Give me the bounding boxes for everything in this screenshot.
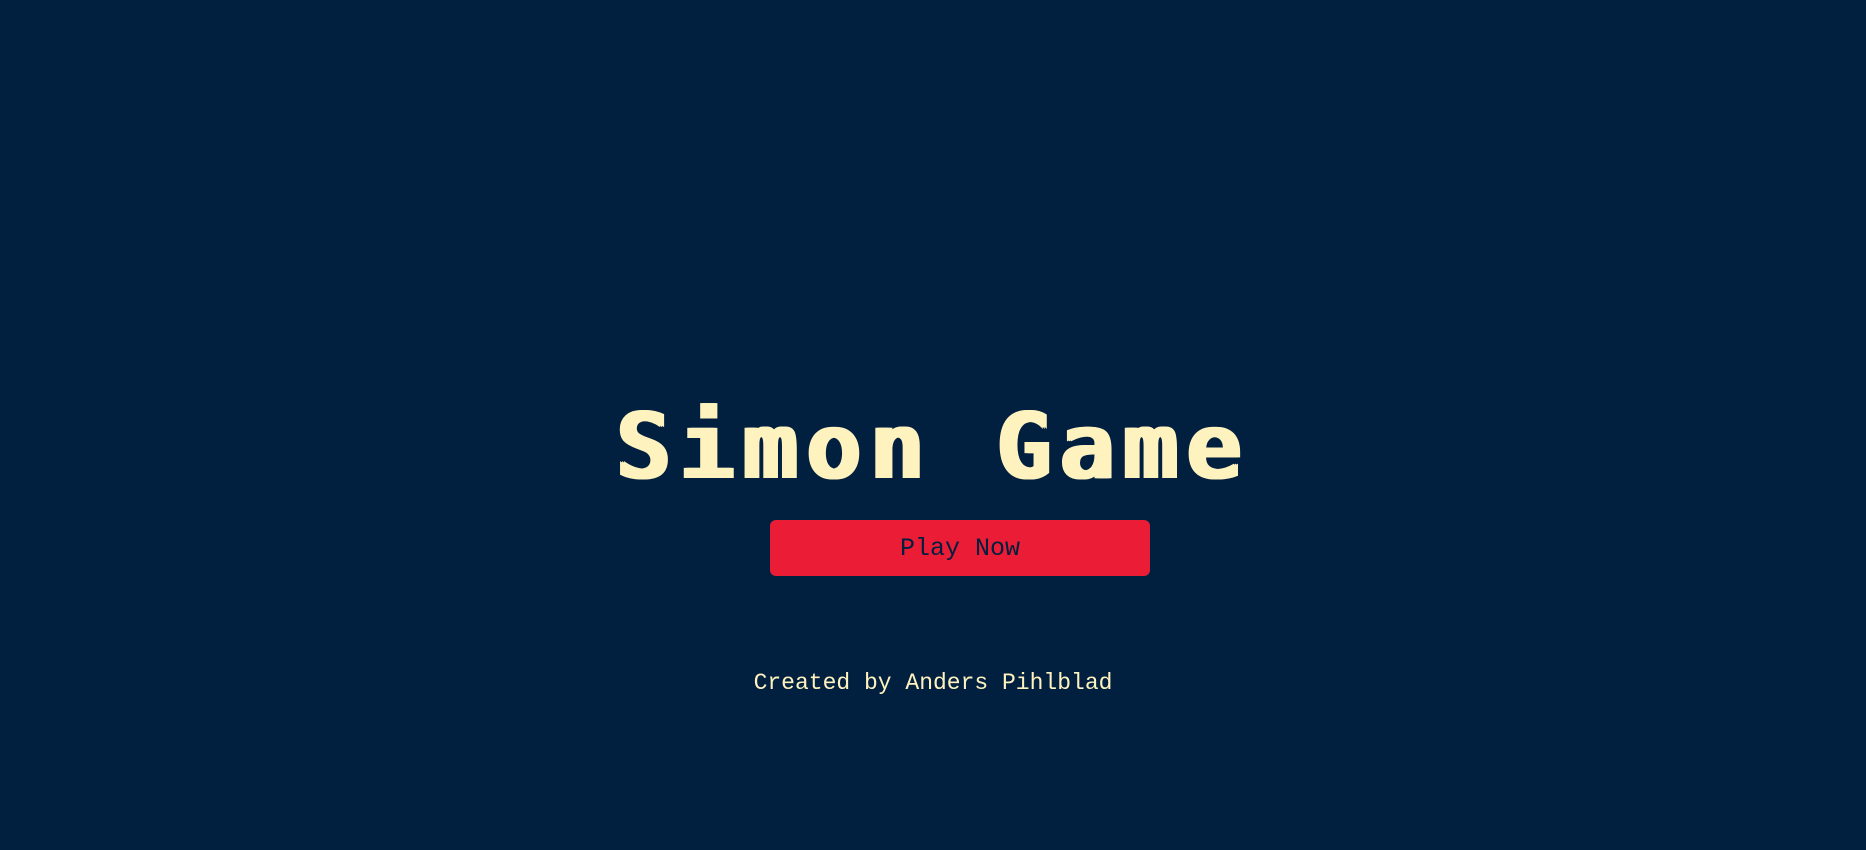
play-now-button[interactable]: Play Now <box>770 520 1150 576</box>
game-title: Simon Game <box>616 392 1250 500</box>
author-credit: Created by Anders Pihlblad <box>753 670 1113 696</box>
start-screen: Simon Game Play Now Created by Anders Pi… <box>0 0 1866 850</box>
